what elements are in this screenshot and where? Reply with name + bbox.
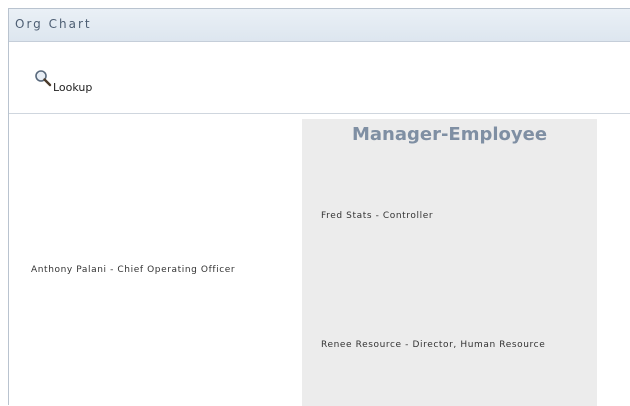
manager-node[interactable]: Anthony Palani - Chief Operating Officer bbox=[31, 265, 235, 275]
toolbar: Lookup bbox=[9, 42, 630, 114]
header-bar: Org Chart bbox=[9, 9, 630, 42]
employee-node[interactable]: Fred Stats - Controller bbox=[321, 211, 433, 221]
employee-node[interactable]: Renee Resource - Director, Human Resourc… bbox=[321, 340, 545, 350]
magnifier-icon bbox=[35, 70, 52, 87]
manager-employee-panel: Manager-Employee Fred Stats - Controller… bbox=[302, 119, 597, 406]
org-chart-window: Org Chart Lookup Anthony Palani - Chief … bbox=[8, 8, 630, 406]
panel-title: Manager-Employee bbox=[351, 124, 548, 145]
page-title: Org Chart bbox=[15, 17, 92, 31]
lookup-label: Lookup bbox=[53, 81, 93, 94]
